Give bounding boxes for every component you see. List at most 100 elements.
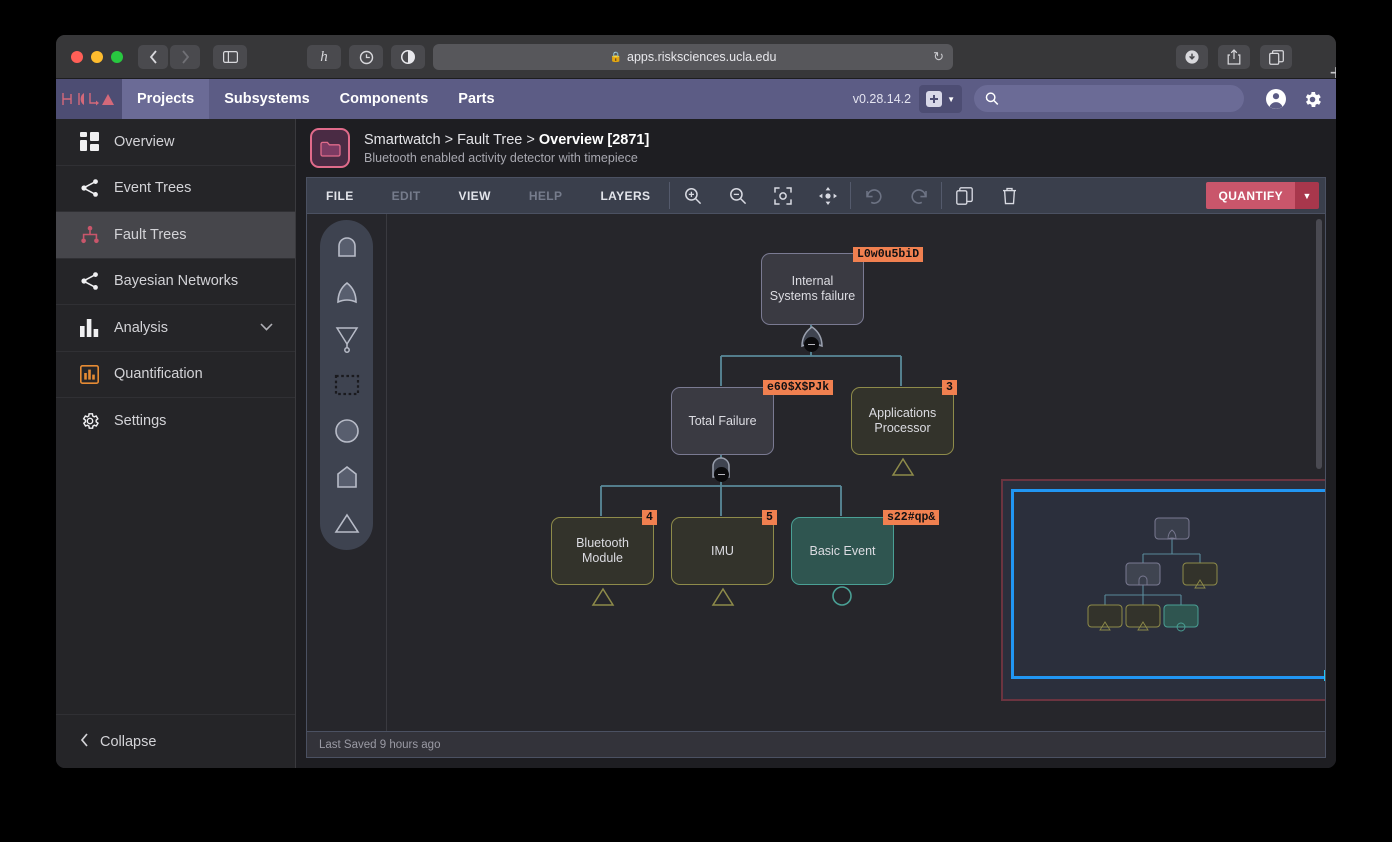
tree-node[interactable]: Basic Event: [791, 517, 894, 585]
transfer-gate-icon[interactable]: [590, 587, 616, 612]
sidebar: Overview Event Trees Fault Trees Bayesia…: [56, 119, 296, 768]
url-bar[interactable]: 🔒 apps.risksciences.ucla.edu ↻: [433, 44, 953, 70]
sidebar-collapse-button[interactable]: Collapse: [56, 714, 295, 768]
topnav-parts[interactable]: Parts: [443, 79, 509, 119]
search-box[interactable]: [974, 85, 1244, 112]
sidebar-item-label: Settings: [114, 413, 167, 430]
node-badge[interactable]: 4: [642, 510, 657, 525]
browser-window: h 🔒 apps.risksciences.ucla.edu ↻ + Proje…: [56, 35, 1336, 768]
zoom-in-icon[interactable]: [670, 178, 715, 213]
collapse-toggle[interactable]: [714, 467, 729, 482]
and-gate-tool[interactable]: [332, 232, 362, 262]
risk-sciences-logo[interactable]: [56, 79, 122, 119]
app-body: Overview Event Trees Fault Trees Bayesia…: [56, 119, 1336, 768]
project-subtitle: Bluetooth enabled activity detector with…: [364, 150, 638, 165]
sidebar-item-overview[interactable]: Overview: [56, 119, 295, 166]
node-label: Basic Event: [809, 543, 876, 558]
main-panel: Smartwatch > Fault Tree > Overview [2871…: [296, 119, 1336, 768]
sidebar-item-analysis[interactable]: Analysis: [56, 305, 295, 352]
collapse-toggle[interactable]: [804, 337, 819, 352]
lock-icon: 🔒: [609, 51, 623, 63]
menu-layers[interactable]: LAYERS: [581, 178, 669, 213]
topnav-subsystems[interactable]: Subsystems: [209, 79, 324, 119]
close-window-button[interactable]: [71, 51, 83, 63]
chevron-left-icon: [80, 732, 89, 751]
tree-node[interactable]: Applications Processor: [851, 387, 954, 455]
quantify-button[interactable]: QUANTIFY: [1206, 182, 1295, 209]
tree-node[interactable]: Internal Systems failure: [761, 253, 864, 325]
extension-3-icon[interactable]: [391, 45, 425, 69]
basic-event-tool[interactable]: [332, 416, 362, 446]
window-controls: [71, 51, 123, 63]
node-badge[interactable]: e60$X$PJk: [763, 380, 834, 395]
dashboard-grid-icon: [80, 132, 114, 152]
transfer-gate-tool[interactable]: [332, 508, 362, 538]
status-bar: Last Saved 9 hours ago: [306, 732, 1326, 758]
chevron-down-icon[interactable]: [260, 322, 273, 334]
share-icon[interactable]: [1218, 45, 1250, 69]
url-text: apps.risksciences.ucla.edu: [627, 50, 777, 64]
node-badge[interactable]: L0w0u5biD: [853, 247, 924, 262]
pan-move-icon[interactable]: [805, 178, 850, 213]
topnav-projects[interactable]: Projects: [122, 79, 210, 119]
house-event-tool[interactable]: [332, 462, 362, 492]
download-icon[interactable]: [1176, 45, 1208, 69]
menu-file[interactable]: FILE: [307, 178, 373, 213]
fault-tree-icon: [80, 225, 114, 245]
chevron-down-icon: ▼: [947, 94, 955, 104]
tree-node[interactable]: IMU: [671, 517, 774, 585]
menu-edit: EDIT: [391, 188, 421, 203]
tree-node[interactable]: Bluetooth Module: [551, 517, 654, 585]
undo-icon: [851, 178, 896, 213]
canvas-scrollbar-thumb[interactable]: [1316, 219, 1322, 469]
browser-chrome: h 🔒 apps.risksciences.ucla.edu ↻ +: [56, 35, 1336, 85]
sidebar-item-settings[interactable]: Settings: [56, 398, 295, 445]
quantify-dropdown-button[interactable]: ▼: [1295, 182, 1319, 209]
sidebar-item-bayesian-networks[interactable]: Bayesian Networks: [56, 259, 295, 305]
or-gate-tool[interactable]: [332, 278, 362, 308]
node-badge[interactable]: s22#qp&: [883, 510, 940, 525]
breadcrumb-prefix: Smartwatch > Fault Tree >: [364, 131, 539, 148]
transfer-gate-icon[interactable]: [710, 587, 736, 612]
app-topbar: Projects Subsystems Components Parts v0.…: [56, 79, 1336, 119]
sidebar-item-event-trees[interactable]: Event Trees: [56, 166, 295, 212]
quantification-chart-icon: [80, 364, 114, 384]
tree-node[interactable]: Total Failure: [671, 387, 774, 455]
search-input[interactable]: [1006, 91, 1233, 106]
sidebar-collapse-label: Collapse: [100, 733, 157, 750]
delete-icon[interactable]: [987, 178, 1032, 213]
gear-icon[interactable]: [1296, 79, 1336, 119]
fault-tree-canvas[interactable]: Internal Systems failure L0w0u5biD Total…: [306, 213, 1326, 732]
add-new-button[interactable]: ▼: [919, 85, 962, 113]
breadcrumb-path[interactable]: Smartwatch > Fault Tree > Overview [2871…: [364, 132, 649, 148]
transfer-gate-icon[interactable]: [890, 457, 916, 482]
node-badge[interactable]: 5: [762, 510, 777, 525]
reload-icon[interactable]: ↻: [933, 49, 944, 65]
back-button[interactable]: [138, 45, 168, 69]
basic-event-icon[interactable]: [831, 585, 853, 612]
topnav-components[interactable]: Components: [325, 79, 444, 119]
tab-overview-icon[interactable]: [1260, 45, 1292, 69]
maximize-window-button[interactable]: [111, 51, 123, 63]
sidebar-toggle-icon[interactable]: [213, 45, 247, 69]
node-label: IMU: [711, 543, 734, 558]
node-badge[interactable]: 3: [942, 380, 957, 395]
select-box-tool[interactable]: [332, 370, 362, 400]
zoom-to-fit-icon[interactable]: [760, 178, 805, 213]
sidebar-item-label: Quantification: [114, 366, 203, 383]
zoom-out-icon[interactable]: [715, 178, 760, 213]
minimize-window-button[interactable]: [91, 51, 103, 63]
menu-view[interactable]: VIEW: [440, 178, 510, 213]
inhibit-gate-tool[interactable]: [332, 324, 362, 354]
canvas-minimap[interactable]: [1001, 479, 1325, 701]
sidebar-item-fault-trees[interactable]: Fault Trees: [56, 212, 295, 259]
sidebar-item-quantification[interactable]: Quantification: [56, 352, 295, 398]
extension-1-icon[interactable]: h: [307, 45, 341, 69]
extension-2-icon[interactable]: [349, 45, 383, 69]
account-circle-icon[interactable]: [1256, 79, 1296, 119]
copy-icon[interactable]: [942, 178, 987, 213]
gear-icon: [80, 411, 114, 431]
app-version-label: v0.28.14.2: [852, 92, 912, 106]
quantify-group: QUANTIFY ▼: [1206, 178, 1325, 213]
forward-button[interactable]: [170, 45, 200, 69]
